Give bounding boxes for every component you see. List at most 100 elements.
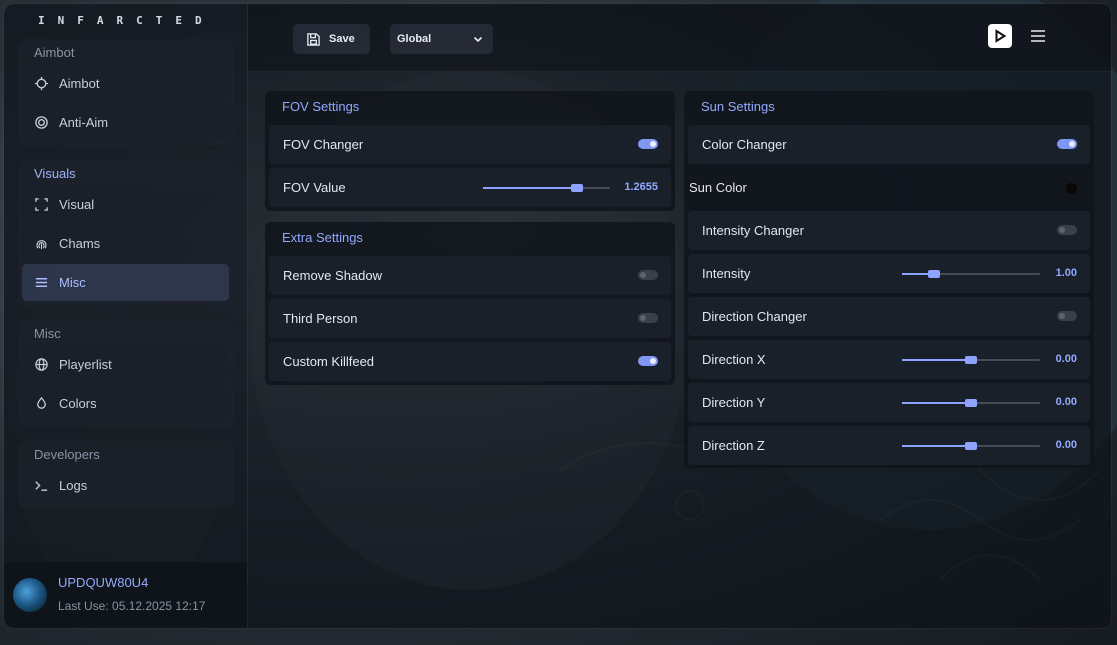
extra-settings-panel: Extra Settings Remove Shadow Third Perso… bbox=[265, 222, 675, 385]
row-label: Direction Changer bbox=[702, 309, 807, 324]
sidebar-item-playerlist[interactable]: Playerlist bbox=[22, 346, 229, 383]
direction-y-slider[interactable] bbox=[902, 399, 1040, 407]
slider-thumb[interactable] bbox=[570, 184, 583, 192]
toggle-knob bbox=[1059, 313, 1065, 319]
remove-shadow-toggle[interactable] bbox=[638, 270, 658, 280]
fov-settings-panel: FOV Settings FOV Changer FOV Value 1.265… bbox=[265, 91, 675, 211]
slider-fill bbox=[902, 402, 971, 404]
row-label: Remove Shadow bbox=[283, 268, 382, 283]
direction-x-row: Direction X 0.00 bbox=[688, 340, 1090, 379]
sidebar-item-label: Colors bbox=[59, 396, 97, 411]
sidebar-item-label: Playerlist bbox=[59, 357, 112, 372]
hamburger-menu-icon[interactable] bbox=[1030, 28, 1046, 44]
third-person-row: Third Person bbox=[269, 299, 671, 338]
terminal-icon bbox=[35, 481, 48, 491]
intensity-slider[interactable] bbox=[902, 270, 1040, 278]
sidebar-item-label: Logs bbox=[59, 478, 88, 493]
row-label: Third Person bbox=[283, 311, 358, 326]
sidebar: INFARCTED Aimbot Aimbot Anti-Aim Visuals… bbox=[4, 4, 248, 628]
slider-value: 1.2655 bbox=[624, 181, 658, 193]
last-use-text: Last Use: 05.12.2025 12:17 bbox=[58, 599, 206, 613]
list-icon bbox=[35, 278, 48, 287]
config-select-value: Global bbox=[397, 33, 432, 45]
sidebar-item-label: Aimbot bbox=[59, 76, 100, 91]
target-icon bbox=[35, 116, 48, 129]
sidebar-item-colors[interactable]: Colors bbox=[22, 385, 229, 422]
color-changer-toggle[interactable] bbox=[1057, 139, 1077, 149]
sidebar-group-developers: Developers Logs bbox=[18, 441, 234, 509]
sidebar-group-title: Visuals bbox=[34, 166, 76, 181]
row-label: Direction X bbox=[702, 352, 766, 367]
config-select[interactable]: Global bbox=[390, 24, 493, 54]
row-label: Custom Killfeed bbox=[283, 354, 375, 369]
intensity-changer-row: Intensity Changer bbox=[688, 211, 1090, 250]
save-button[interactable]: Save bbox=[293, 24, 370, 54]
sidebar-group-aimbot: Aimbot Aimbot Anti-Aim bbox=[18, 39, 234, 146]
frame-icon bbox=[35, 198, 48, 211]
slider-thumb[interactable] bbox=[927, 270, 940, 278]
row-label: FOV Changer bbox=[283, 137, 364, 152]
sidebar-item-visual[interactable]: Visual bbox=[22, 186, 229, 223]
toggle-knob bbox=[640, 272, 646, 278]
crosshair-icon bbox=[34, 76, 49, 91]
fingerprint-icon bbox=[36, 240, 47, 250]
sidebar-item-logs[interactable]: Logs bbox=[22, 467, 229, 504]
row-label: FOV Value bbox=[283, 180, 346, 195]
row-label: Sun Color bbox=[689, 180, 747, 195]
row-label: Direction Z bbox=[702, 438, 765, 453]
sidebar-item-label: Chams bbox=[59, 236, 101, 251]
slider-value: 0.00 bbox=[1055, 353, 1077, 365]
remove-shadow-row: Remove Shadow bbox=[269, 256, 671, 295]
panel-title: FOV Settings bbox=[282, 99, 360, 114]
floppy-disk-icon bbox=[307, 32, 320, 46]
direction-changer-row: Direction Changer bbox=[688, 297, 1090, 336]
custom-killfeed-toggle[interactable] bbox=[638, 356, 658, 366]
sidebar-item-misc[interactable]: Misc bbox=[22, 264, 229, 301]
toggle-knob bbox=[640, 315, 646, 321]
slider-value: 0.00 bbox=[1055, 439, 1077, 451]
sun-settings-panel: Sun Settings Color Changer Sun Color Int… bbox=[684, 91, 1094, 468]
sun-color-row: Sun Color bbox=[684, 168, 1090, 207]
intensity-row: Intensity 1.00 bbox=[688, 254, 1090, 293]
sidebar-item-anti-aim[interactable]: Anti-Aim bbox=[22, 104, 229, 141]
row-label: Direction Y bbox=[702, 395, 766, 410]
sidebar-item-chams[interactable]: Chams bbox=[22, 225, 229, 262]
slider-thumb[interactable] bbox=[965, 399, 977, 407]
sidebar-item-aimbot[interactable]: Aimbot bbox=[22, 65, 229, 102]
intensity-changer-toggle[interactable] bbox=[1057, 225, 1077, 235]
slider-fill bbox=[902, 445, 971, 447]
toggle-knob bbox=[650, 141, 656, 147]
chevron-down-icon bbox=[473, 36, 483, 43]
direction-z-slider[interactable] bbox=[902, 442, 1040, 450]
toggle-knob bbox=[1069, 141, 1075, 147]
panel-title: Sun Settings bbox=[701, 99, 775, 114]
direction-z-row: Direction Z 0.00 bbox=[688, 426, 1090, 465]
slider-fill bbox=[483, 187, 577, 189]
username: UPDQUW80U4 bbox=[58, 575, 149, 590]
row-label: Color Changer bbox=[702, 137, 787, 152]
panel-title: Extra Settings bbox=[282, 230, 363, 245]
play-icon bbox=[995, 29, 1007, 43]
sidebar-group-visuals: Visuals Visual Chams Misc bbox=[18, 160, 234, 306]
row-label: Intensity Changer bbox=[702, 223, 804, 238]
slider-value: 1.00 bbox=[1055, 267, 1077, 279]
slider-thumb[interactable] bbox=[965, 356, 977, 364]
direction-changer-toggle[interactable] bbox=[1057, 311, 1077, 321]
sidebar-group-title: Misc bbox=[34, 326, 61, 341]
third-person-toggle[interactable] bbox=[638, 313, 658, 323]
brand-logo: INFARCTED bbox=[38, 14, 215, 27]
fov-value-slider[interactable] bbox=[483, 184, 610, 192]
direction-x-slider[interactable] bbox=[902, 356, 1040, 364]
sidebar-item-label: Misc bbox=[59, 275, 86, 290]
sun-color-swatch[interactable] bbox=[1066, 183, 1077, 194]
user-card: UPDQUW80U4 Last Use: 05.12.2025 12:17 bbox=[4, 562, 247, 628]
slider-thumb[interactable] bbox=[965, 442, 977, 450]
slider-value: 0.00 bbox=[1055, 396, 1077, 408]
toggle-knob bbox=[650, 358, 656, 364]
fov-changer-toggle[interactable] bbox=[638, 139, 658, 149]
app-window: INFARCTED Aimbot Aimbot Anti-Aim Visuals… bbox=[4, 4, 1111, 628]
fov-changer-row: FOV Changer bbox=[269, 125, 671, 164]
play-button[interactable] bbox=[988, 24, 1012, 48]
sidebar-item-label: Anti-Aim bbox=[59, 115, 109, 130]
row-label: Intensity bbox=[702, 266, 751, 281]
